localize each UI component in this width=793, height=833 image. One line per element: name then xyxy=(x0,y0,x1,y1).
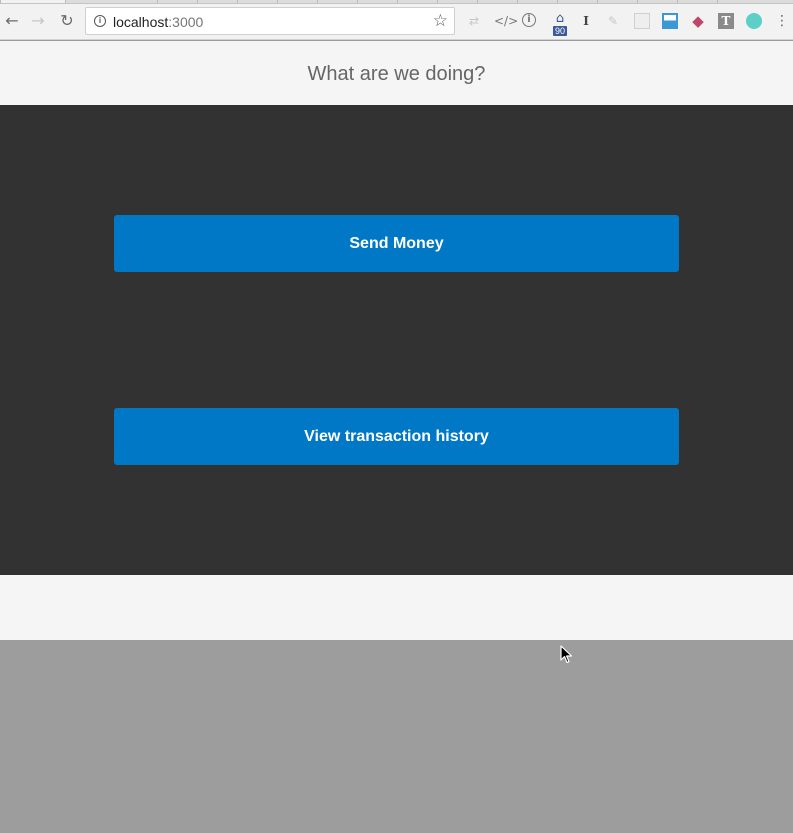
empty-gray-area xyxy=(0,640,793,833)
extension-diamond-icon[interactable]: ◆ xyxy=(690,13,706,29)
back-button[interactable]: ← xyxy=(2,11,22,31)
url-host: localhost xyxy=(113,14,169,30)
extension-window-icon[interactable] xyxy=(662,13,678,29)
mouse-cursor-icon xyxy=(560,645,573,664)
tab[interactable] xyxy=(238,0,278,3)
reload-button[interactable]: ↻ xyxy=(57,11,77,31)
tab[interactable] xyxy=(318,0,358,3)
extension-note-icon[interactable]: ✎ xyxy=(605,13,621,29)
extension-sync-icon[interactable]: ⇄ xyxy=(466,13,482,29)
view-transaction-history-button[interactable]: View transaction history xyxy=(114,408,679,465)
tab[interactable] xyxy=(518,0,558,3)
browser-toolbar: ← → ↻ i localhost:3000 ☆ ⇄ </> i ⌂ 90 I … xyxy=(0,4,793,40)
action-panel: Send Money View transaction history xyxy=(0,105,793,575)
tab[interactable] xyxy=(198,0,238,3)
arrow-right-icon: → xyxy=(31,11,45,30)
active-tab[interactable] xyxy=(0,0,66,3)
tab[interactable] xyxy=(678,0,718,3)
arrow-left-icon: ← xyxy=(5,11,19,30)
extension-circle-icon[interactable] xyxy=(746,13,762,29)
extension-code-icon[interactable]: </> xyxy=(494,13,518,29)
extension-grid-icon[interactable] xyxy=(634,13,650,29)
menu-dots-icon[interactable]: ⋮ xyxy=(774,13,790,29)
tab[interactable] xyxy=(278,0,318,3)
tab[interactable] xyxy=(358,0,398,3)
tab[interactable] xyxy=(638,0,678,3)
forward-button[interactable]: → xyxy=(28,11,48,31)
page-header: What are we doing? xyxy=(0,41,793,105)
info-icon[interactable]: i xyxy=(94,15,106,27)
extension-badge: 90 xyxy=(553,26,568,36)
send-money-button[interactable]: Send Money xyxy=(114,215,679,272)
address-bar[interactable]: i localhost:3000 ☆ xyxy=(85,7,455,35)
tab[interactable] xyxy=(558,0,598,3)
tab[interactable] xyxy=(598,0,638,3)
url-port: :3000 xyxy=(168,14,204,30)
extension-home-icon[interactable]: ⌂ xyxy=(552,11,568,27)
extension-t-icon[interactable]: T xyxy=(718,13,734,29)
extension-info-icon[interactable]: i xyxy=(522,13,536,27)
address-url[interactable]: localhost:3000 xyxy=(113,14,203,30)
tab[interactable] xyxy=(158,0,198,3)
reload-icon: ↻ xyxy=(60,11,74,30)
tab[interactable] xyxy=(398,0,438,3)
bookmark-star-icon[interactable]: ☆ xyxy=(433,11,448,31)
page-title: What are we doing? xyxy=(307,63,486,85)
tab[interactable] xyxy=(438,0,478,3)
footer-band xyxy=(0,575,793,640)
tab[interactable] xyxy=(118,0,158,3)
tab[interactable] xyxy=(478,0,518,3)
extension-i-icon[interactable]: I xyxy=(578,13,594,29)
